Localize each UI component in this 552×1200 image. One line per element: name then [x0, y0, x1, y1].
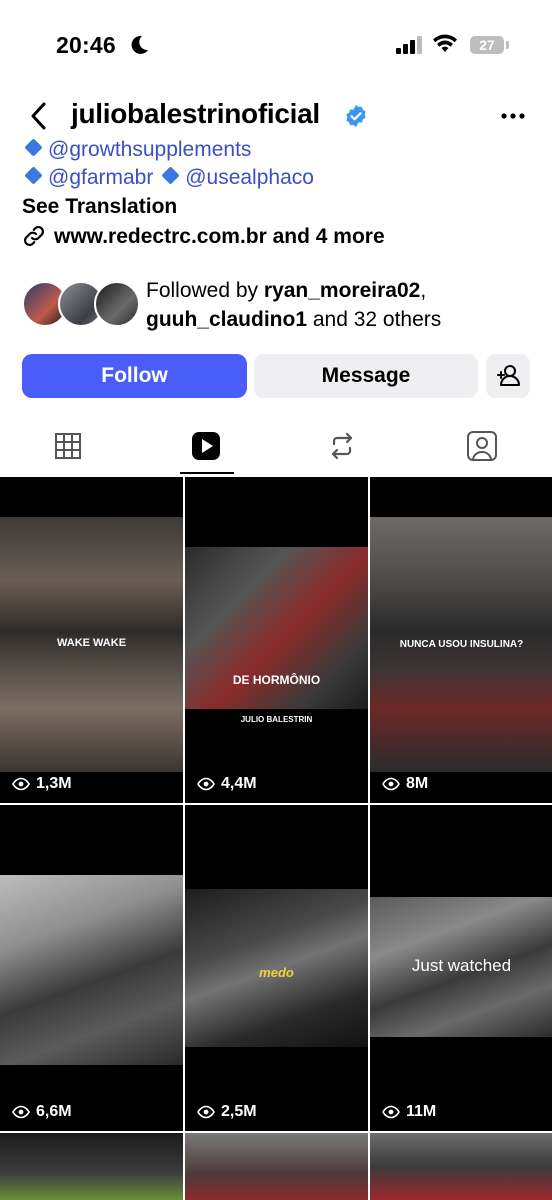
view-count: 8M [382, 775, 428, 793]
reel-overlay-text: WAKE WAKE [56, 637, 127, 649]
blue-diamond-icon [24, 138, 43, 157]
website-link[interactable]: www.redectrc.com.br and 4 more [22, 224, 385, 249]
suggested-users-button[interactable] [486, 354, 530, 398]
reel-thumbnail [0, 875, 183, 1065]
eye-icon [12, 1105, 30, 1119]
message-button[interactable]: Message [254, 354, 478, 398]
view-count: 6,6M [12, 1103, 72, 1121]
blue-diamond-icon [161, 166, 180, 185]
mutual-followers-avatars[interactable] [22, 281, 142, 327]
back-arrow-icon[interactable] [26, 98, 54, 134]
profile-username: juliobalestrinoficial [71, 98, 320, 129]
active-tab-indicator [180, 472, 234, 474]
moon-icon [131, 35, 148, 54]
reels-tab-icon[interactable] [186, 426, 226, 466]
bio-line-2: @gfarmabr @usealphaco [22, 166, 522, 190]
view-count: 1,3M [12, 775, 72, 793]
website-text: www.redectrc.com.br and 4 more [54, 225, 385, 248]
reel-tile[interactable] [0, 1133, 183, 1200]
add-person-icon [497, 365, 520, 386]
reel-tile[interactable]: DE HORMÔNIO JULIO BALESTRIN 4,4M [185, 477, 368, 803]
view-count: 11M [382, 1103, 436, 1121]
reel-tile[interactable]: WAKE WAKE 1,3M [0, 477, 183, 803]
see-translation-link[interactable]: See Translation [22, 195, 177, 219]
follow-button[interactable]: Follow [22, 354, 247, 398]
reel-tile[interactable]: medo 2,5M [185, 805, 368, 1131]
reel-tile[interactable] [185, 1133, 368, 1200]
followed-by-text[interactable]: Followed by ryan_moreira02, guuh_claudin… [146, 276, 441, 334]
view-count-label: 2,5M [221, 1103, 257, 1120]
more-options-icon[interactable] [498, 104, 528, 128]
view-count-label: 6,6M [36, 1103, 72, 1120]
reel-overlay-text: medo [259, 965, 294, 980]
eye-icon [197, 777, 215, 791]
bio-mention-growth[interactable]: @growthsupplements [48, 138, 251, 161]
eye-icon [197, 1105, 215, 1119]
reel-sub-text: JULIO BALESTRIN [240, 715, 313, 724]
reel-tile[interactable]: 6,6M [0, 805, 183, 1131]
just-watched-label: Just watched [411, 956, 512, 975]
reposts-tab-icon[interactable] [322, 426, 362, 466]
mutual-user-1: ryan_moreira02 [263, 279, 421, 302]
verified-badge-icon [346, 105, 366, 127]
view-count: 4,4M [197, 775, 257, 793]
bio-mention-gfarma[interactable]: @gfarmabr [48, 166, 153, 189]
link-chain-icon [23, 225, 45, 247]
reel-overlay-text: DE HORMÔNIO [232, 673, 321, 687]
reel-overlay-text: NUNCA USOU INSULINA? [399, 639, 524, 650]
eye-icon [382, 1105, 400, 1119]
bio-mention-alphaco[interactable]: @usealphaco [185, 166, 314, 189]
reel-tile[interactable]: NUNCA USOU INSULINA? 8M [370, 477, 552, 803]
eye-icon [12, 777, 30, 791]
followed-by-separator: , [420, 279, 427, 302]
followed-by-prefix: Followed by [146, 279, 264, 302]
status-bar: 20:46 27 [0, 0, 552, 90]
mutual-user-2: guuh_claudino1 [146, 308, 308, 331]
profile-tabs [0, 420, 552, 476]
clock: 20:46 [56, 32, 116, 58]
grid-tab-icon[interactable] [48, 426, 88, 466]
followed-by-suffix: and 32 others [307, 308, 442, 331]
signal-icon [396, 36, 422, 54]
battery-indicator: 27 [470, 36, 504, 54]
avatar [94, 281, 140, 327]
view-count-label: 8M [406, 775, 429, 792]
view-count-label: 4,4M [221, 775, 257, 792]
battery-tip [506, 41, 509, 49]
tagged-tab-icon[interactable] [462, 426, 502, 466]
reel-tile[interactable]: Just watched 11M [370, 805, 552, 1131]
reel-tile[interactable] [370, 1133, 552, 1200]
view-count-label: 11M [406, 1103, 437, 1120]
eye-icon [382, 777, 400, 791]
wifi-icon [433, 34, 457, 52]
blue-diamond-icon [24, 166, 43, 185]
reels-grid: WAKE WAKE 1,3M DE HORMÔNIO JULIO BALESTR… [0, 477, 552, 1200]
view-count-label: 1,3M [36, 775, 72, 792]
bio-line-1: @growthsupplements [22, 138, 522, 164]
profile-header: juliobalestrinoficial [0, 92, 552, 140]
view-count: 2,5M [197, 1103, 257, 1121]
